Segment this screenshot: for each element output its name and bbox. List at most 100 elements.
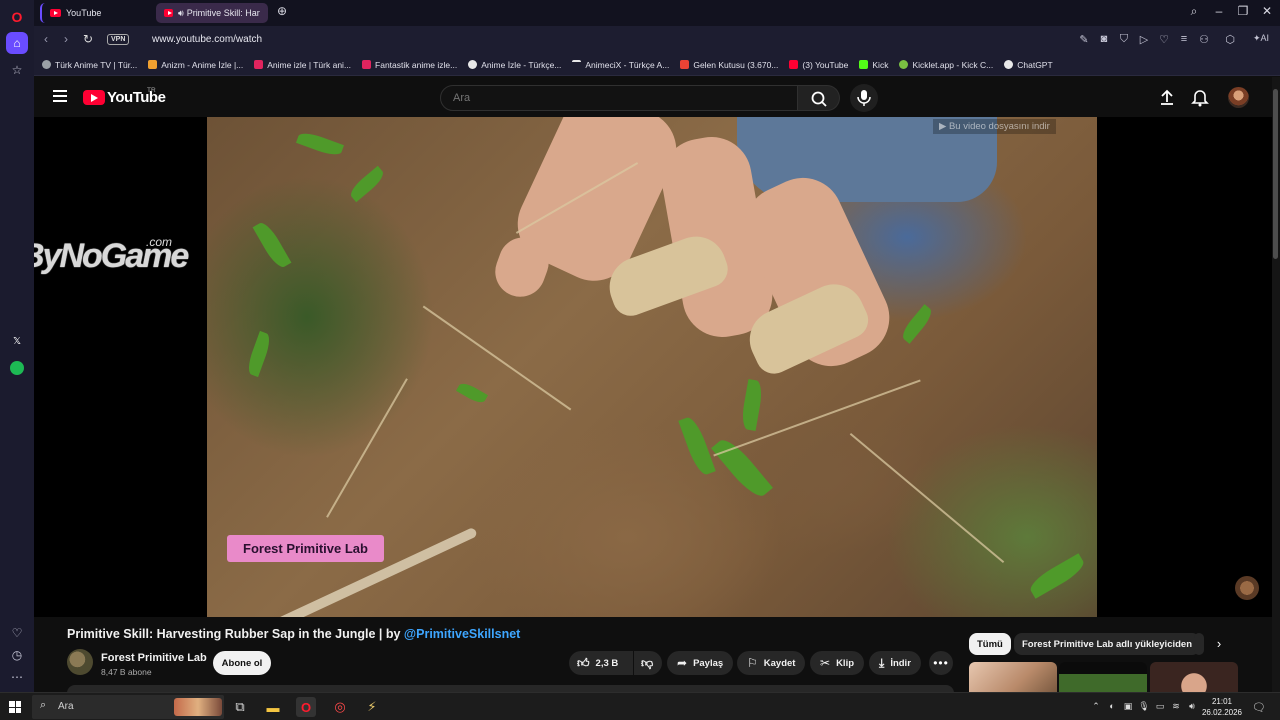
plus-icon[interactable]: ⊕ (273, 4, 291, 18)
tab-label: YouTube (66, 8, 102, 18)
opera-browser-icon[interactable]: O (296, 697, 316, 717)
ai-icon[interactable]: ✦AI (1246, 33, 1276, 44)
opera-gx-icon[interactable]: ◎ (330, 697, 350, 717)
device-icon[interactable]: ▣ (1122, 701, 1134, 712)
recommended-thumbnail[interactable] (1150, 662, 1238, 692)
microphone-button[interactable] (850, 84, 878, 112)
notification-bell-icon[interactable] (1190, 87, 1210, 107)
display-icon[interactable]: ▭ (1154, 701, 1166, 712)
tab-primitive-skill[interactable]: 🔊︎ Primitive Skill: Harvest (156, 3, 268, 23)
save-button[interactable]: ⚐ Kaydet (737, 651, 806, 675)
edit-icon[interactable]: ✎ (1077, 33, 1091, 46)
more-actions-button[interactable]: ••• (929, 651, 953, 675)
download-video-overlay[interactable]: ▶ Bu video dosyasını indir (933, 119, 1056, 134)
like-button[interactable]: 👍︎ 2,3 B (569, 651, 633, 675)
bookmark-item[interactable]: Anime İzle - Türkçe... (468, 60, 561, 70)
taskbar-search-box[interactable]: ⌕ Ara (32, 695, 224, 719)
bookmark-item[interactable]: Fantastik anime izle... (362, 60, 457, 70)
chevron-up-icon[interactable]: ⌃ (1090, 701, 1102, 712)
history-icon[interactable]: ◷ (6, 644, 28, 666)
forward-icon[interactable]: › (58, 32, 74, 46)
speaker-icon: 🔊︎ (178, 7, 184, 18)
channel-tag-link[interactable]: @PrimitiveSkillsnet (404, 627, 520, 641)
app-icon[interactable]: ⚡ (362, 697, 382, 717)
home-icon[interactable]: ⌂ (6, 32, 28, 54)
cube-icon[interactable]: ⬡ (1223, 33, 1237, 46)
channel-avatar[interactable] (67, 649, 93, 675)
scrollbar-thumb[interactable] (1273, 89, 1278, 259)
opera-logo-icon[interactable]: O (6, 6, 28, 28)
hamburger-menu-icon[interactable] (53, 90, 67, 102)
volume-icon[interactable]: 🔊︎ (1186, 701, 1198, 712)
reload-icon[interactable]: ↻ (80, 32, 96, 46)
favicon-icon (468, 60, 478, 69)
menu-icon[interactable]: ≡ (1177, 33, 1191, 45)
microphone-tray-icon[interactable]: 🎙︎ (1138, 701, 1150, 712)
wifi-icon[interactable]: ≋ (1170, 701, 1182, 712)
chip-from-uploader[interactable]: Forest Primitive Lab adlı yükleyiciden (1014, 633, 1201, 655)
chip-partial[interactable] (1194, 633, 1204, 655)
bookmark-item[interactable]: Kicklet.app - Kick C... (899, 60, 993, 70)
more-icon[interactable]: ⋯ (6, 666, 28, 688)
file-explorer-icon[interactable]: ▬ (263, 697, 283, 717)
minimize-icon[interactable]: – (1210, 4, 1228, 18)
bookmark-item[interactable]: Anime izle | Türk ani... (254, 60, 351, 70)
bookmark-item[interactable]: Türk Anime TV | Tür... (42, 60, 137, 70)
video-frame[interactable]: ▶ Bu video dosyasını indir Forest Primit… (207, 117, 1097, 617)
search-input[interactable] (440, 85, 798, 111)
network-icon[interactable]: ◐ (1106, 701, 1118, 711)
search-icon[interactable]: ⌕ (1185, 4, 1203, 19)
bookmark-item[interactable]: Kick (859, 60, 888, 70)
x-twitter-icon[interactable]: 𝕏 (6, 330, 28, 352)
download-button[interactable]: ⤓ İndir (869, 651, 921, 675)
vpn-badge[interactable]: VPN (107, 34, 130, 45)
back-icon[interactable]: ‹ (38, 32, 54, 46)
url-field[interactable]: www.youtube.com/watch (152, 34, 262, 45)
camera-icon[interactable]: ◙ (1097, 33, 1111, 45)
upload-icon[interactable] (1157, 87, 1177, 107)
spotify-icon[interactable] (6, 357, 28, 379)
subscribe-button[interactable]: Abone ol (213, 651, 271, 675)
search-highlight-image (174, 698, 222, 716)
close-icon[interactable]: ✕ (1258, 4, 1276, 18)
bookmark-item[interactable]: (3) YouTube (789, 60, 848, 70)
tab-youtube[interactable]: YouTube (40, 3, 152, 23)
share-button[interactable]: ➦ Paylaş (667, 651, 734, 675)
recommended-thumbnail[interactable] (1059, 662, 1147, 692)
heart-icon[interactable]: ♡ (6, 622, 28, 644)
taskbar-clock[interactable]: 21:01 26.02.2026 (1198, 696, 1246, 718)
clock-date: 26.02.2026 (1201, 708, 1243, 717)
youtube-logo-icon[interactable] (83, 90, 105, 105)
chevron-right-icon[interactable]: › (1209, 636, 1229, 651)
chip-all[interactable]: Tümü (969, 633, 1011, 655)
restore-icon[interactable]: ❐ (1234, 4, 1252, 18)
video-scene-leaf (456, 380, 488, 406)
recommended-thumbnail[interactable] (969, 662, 1057, 692)
bookmark-item[interactable]: ChatGPT (1004, 60, 1053, 70)
youtube-page: YouTube TR ByNoGame .com (34, 77, 1272, 692)
bookmark-item[interactable]: Anizm - Anime İzle |... (148, 60, 243, 70)
channel-watermark-avatar[interactable] (1235, 576, 1259, 600)
bookmark-item[interactable]: AnimeciX - Türkçe A... (572, 60, 669, 70)
page-scrollbar[interactable] (1272, 77, 1280, 692)
clip-button[interactable]: ✂ Klip (810, 651, 865, 675)
description-box[interactable] (67, 685, 954, 692)
profile-icon[interactable]: ⚇ (1197, 33, 1211, 46)
user-avatar[interactable] (1228, 87, 1249, 108)
youtube-icon (164, 9, 174, 17)
play-icon[interactable]: ▷ (1137, 33, 1151, 46)
youtube-logo-text[interactable]: YouTube (107, 89, 166, 106)
star-icon[interactable]: ☆ (6, 59, 28, 81)
heart-icon[interactable]: ♡ (1157, 33, 1171, 46)
dislike-button[interactable]: 👎︎ (634, 651, 662, 675)
shield-icon[interactable]: ⛉ (1117, 33, 1131, 46)
region-code: TR (147, 87, 156, 94)
search-button[interactable] (798, 85, 840, 111)
bookmarks-bar: Türk Anime TV | Tür... Anizm - Anime İzl… (34, 54, 1280, 76)
windows-start-icon[interactable] (9, 701, 21, 713)
bookmark-item[interactable]: Gelen Kutusu (3.670... (680, 60, 778, 70)
video-player[interactable]: ByNoGame .com ▶ Bu video dosyasını indir… (34, 117, 1272, 617)
notification-center-icon[interactable]: 🗨︎ (1252, 701, 1266, 714)
task-view-icon[interactable]: ⧉ (230, 697, 250, 717)
channel-name[interactable]: Forest Primitive Lab (101, 652, 207, 664)
